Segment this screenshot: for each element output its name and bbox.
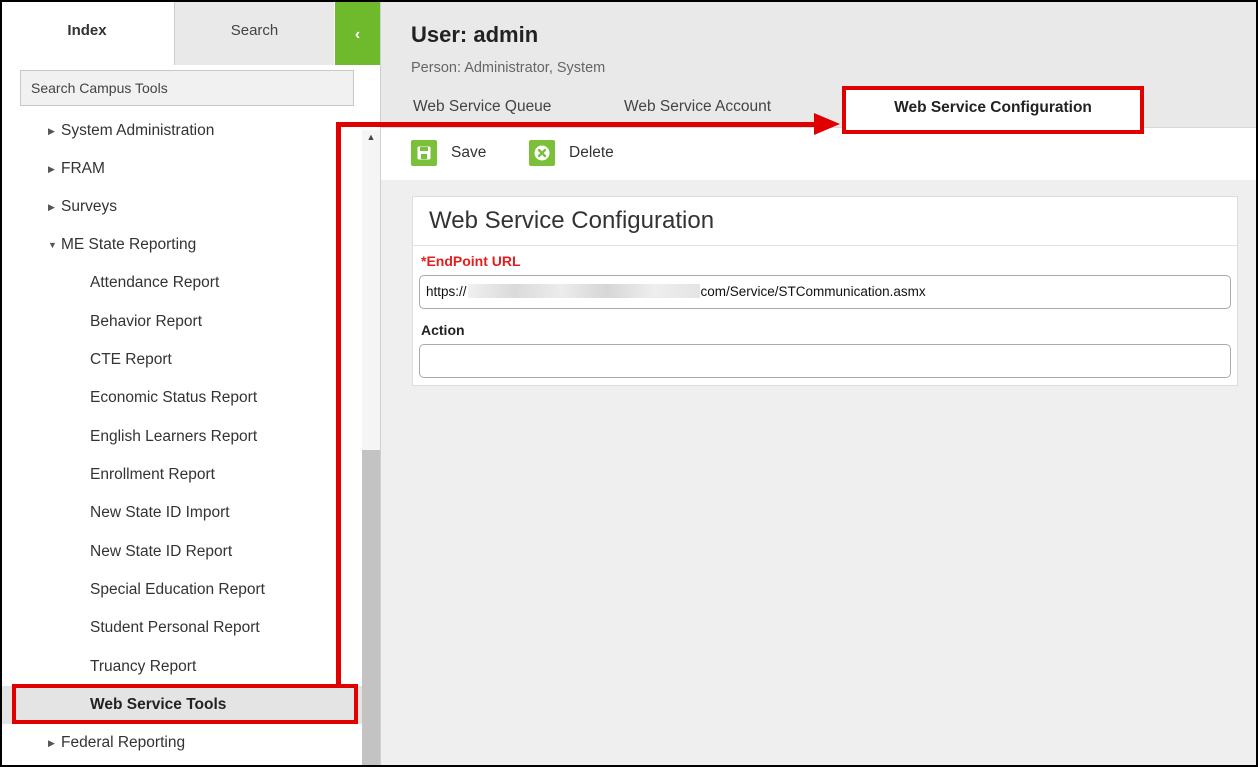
tab-search[interactable]: Search: [174, 2, 334, 65]
tree-item-new-state-id-import[interactable]: New State ID Import: [2, 494, 362, 532]
redacted-host: [467, 284, 700, 298]
tree-item-fram[interactable]: ▶ FRAM: [2, 150, 362, 188]
endpoint-url-label: *EndPoint URL: [421, 253, 521, 269]
tree-item-label: Surveys: [61, 198, 117, 215]
annotation-line-horizontal: [336, 122, 822, 127]
tree-item-federal-reporting[interactable]: ▶ Federal Reporting: [2, 724, 362, 762]
tree-item-label: System Administration: [61, 122, 215, 139]
tree-item-new-state-id-report[interactable]: New State ID Report: [2, 533, 362, 571]
tree-scrollbar[interactable]: ▲: [362, 130, 380, 765]
scroll-up-icon[interactable]: ▲: [362, 130, 380, 144]
annotation-line-vertical: [336, 122, 341, 685]
endpoint-url-prefix: https://: [426, 284, 467, 299]
delete-label: Delete: [569, 144, 614, 161]
config-card: Web Service Configuration *EndPoint URL …: [412, 196, 1238, 386]
tab-web-service-queue[interactable]: Web Service Queue: [413, 98, 551, 116]
tree-item-label: Federal Reporting: [61, 734, 186, 751]
page-header: User: admin Person: Administrator, Syste…: [381, 2, 1256, 88]
endpoint-url-field[interactable]: https:// com/Service/STCommunication.asmx: [419, 275, 1231, 309]
tree-item-behavior-report[interactable]: Behavior Report: [2, 303, 362, 341]
collapse-panel-button[interactable]: ‹: [335, 2, 380, 65]
triangle-right-icon: ▶: [48, 201, 55, 212]
tree-item-economic-status-report[interactable]: Economic Status Report: [2, 379, 362, 417]
tree-item-label: ME State Reporting: [61, 236, 197, 253]
tab-web-service-account[interactable]: Web Service Account: [624, 98, 771, 116]
tree-item-student-personal-report[interactable]: Student Personal Report: [2, 609, 362, 647]
tree-item-attendance-report[interactable]: Attendance Report: [2, 264, 362, 302]
tree-item-special-education-report[interactable]: Special Education Report: [2, 571, 362, 609]
tree-item-system-administration[interactable]: ▶ System Administration: [2, 112, 362, 150]
endpoint-url-label-text: EndPoint URL: [426, 253, 521, 269]
highlight-web-service-tools: [12, 684, 358, 724]
search-campus-tools-input[interactable]: Search Campus Tools: [20, 70, 354, 106]
tree-item-label: FRAM: [61, 160, 105, 177]
card-title: Web Service Configuration: [429, 207, 715, 234]
triangle-right-icon: ▶: [48, 737, 55, 748]
tree-item-me-state-reporting[interactable]: ▼ ME State Reporting: [2, 226, 362, 264]
triangle-right-icon: ▶: [48, 125, 55, 136]
app-window: Index Search ‹ Search Campus Tools ▶ Syst…: [0, 0, 1258, 767]
chevron-left-icon: ‹: [354, 26, 361, 43]
delete-button[interactable]: Delete: [529, 138, 614, 168]
tree-item-enrollment-report[interactable]: Enrollment Report: [2, 456, 362, 494]
left-panel: Index Search ‹ Search Campus Tools ▶ Syst…: [2, 2, 381, 765]
tree-item-english-learners-report[interactable]: English Learners Report: [2, 418, 362, 456]
person-subtitle: Person: Administrator, System: [411, 60, 606, 76]
scroll-thumb[interactable]: [362, 450, 380, 765]
action-label: Action: [421, 322, 465, 338]
tab-index[interactable]: Index: [2, 2, 172, 65]
save-icon: [411, 140, 437, 166]
save-label: Save: [451, 144, 487, 161]
tree-item-truancy-report[interactable]: Truancy Report: [2, 648, 362, 686]
delete-icon: [529, 140, 555, 166]
page-title: User: admin: [411, 22, 539, 47]
tree-item-cte-report[interactable]: CTE Report: [2, 341, 362, 379]
triangle-down-icon: ▼: [48, 240, 57, 250]
panel-tabs: Index Search ‹: [2, 2, 380, 65]
action-field[interactable]: [419, 344, 1231, 378]
annotation-arrow-head-icon: [814, 113, 840, 135]
save-button[interactable]: Save: [411, 138, 486, 168]
endpoint-url-suffix: com/Service/STCommunication.asmx: [700, 284, 926, 299]
highlight-configuration-tab: [842, 86, 1144, 134]
tool-tree: ▶ System Administration ▶ FRAM ▶ Surveys ▼ M…: [2, 112, 362, 765]
tree-item-surveys[interactable]: ▶ Surveys: [2, 188, 362, 226]
triangle-right-icon: ▶: [48, 163, 55, 174]
divider: [413, 245, 1237, 246]
